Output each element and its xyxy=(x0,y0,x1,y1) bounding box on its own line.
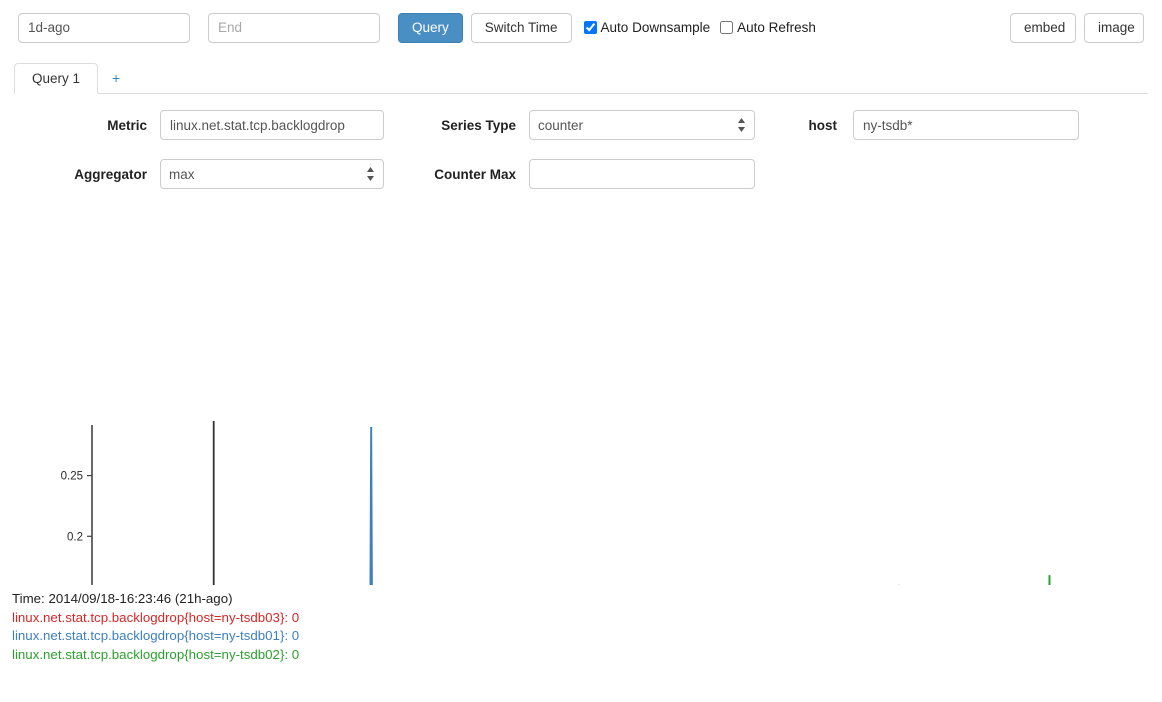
metric-field-wrap xyxy=(160,110,384,140)
switch-time-button[interactable]: Switch Time xyxy=(470,12,572,43)
legend-time: Time: 2014/09/18-16:23:46 (21h-ago) xyxy=(12,591,233,606)
host-label: host xyxy=(808,117,838,133)
legend-entry[interactable]: linux.net.stat.tcp.backlogdrop{host=ny-t… xyxy=(12,627,1162,646)
auto-refresh-checkbox[interactable] xyxy=(720,21,734,34)
auto-refresh-checkbox-wrap[interactable]: Auto Refresh xyxy=(720,20,816,35)
legend-entry[interactable]: linux.net.stat.tcp.backlogdrop{host=ny-t… xyxy=(12,646,1162,665)
host-input[interactable] xyxy=(853,110,1079,140)
series-type-select[interactable]: counter xyxy=(529,110,755,140)
chart-series-line xyxy=(1048,575,1051,585)
counter-max-label: Counter Max xyxy=(434,166,516,182)
auto-downsample-label: Auto Downsample xyxy=(600,20,711,35)
start-time-input[interactable] xyxy=(18,12,190,43)
toolbar: Query Switch Time Auto Downsample Auto R… xyxy=(0,0,1162,46)
legend-entry[interactable]: linux.net.stat.tcp.backlogdrop{host=ny-t… xyxy=(12,609,1162,628)
image-button[interactable]: image xyxy=(1084,12,1144,43)
metrics-chart[interactable]: 00.050.10.150.20.2502 PM03 PM04 PM05 PM0… xyxy=(0,203,1162,585)
metric-input[interactable] xyxy=(160,110,384,140)
end-time-input[interactable] xyxy=(208,12,380,43)
y-tick-label: 0.2 xyxy=(67,531,83,543)
counter-max-field-wrap xyxy=(529,159,755,189)
aggregator-label: Aggregator xyxy=(74,166,147,182)
counter-max-input[interactable] xyxy=(529,159,755,189)
aggregator-field-wrap: max xyxy=(160,159,384,189)
auto-refresh-label: Auto Refresh xyxy=(737,20,816,35)
host-field-wrap xyxy=(853,110,1079,140)
aggregator-select[interactable]: max xyxy=(160,159,384,189)
series-type-label: Series Type xyxy=(441,117,516,133)
y-tick-label: 0.25 xyxy=(61,471,83,483)
chart-series-line xyxy=(369,427,373,585)
embed-button[interactable]: embed xyxy=(1010,12,1076,43)
auto-downsample-checkbox[interactable] xyxy=(583,21,597,34)
chart-legend: Time: 2014/09/18-16:23:46 (21h-ago) linu… xyxy=(12,590,1162,664)
query-button[interactable]: Query xyxy=(398,12,463,43)
auto-downsample-checkbox-wrap[interactable]: Auto Downsample xyxy=(583,20,711,35)
metric-label: Metric xyxy=(107,117,147,133)
series-type-field-wrap: counter xyxy=(529,110,755,140)
tab-query-1[interactable]: Query 1 xyxy=(14,63,99,94)
query-form: Metric Series Type counter host Aggregat… xyxy=(14,110,1148,189)
query-tabs: Query 1 + xyxy=(14,62,1148,94)
add-tab-button[interactable]: + xyxy=(98,63,134,93)
chart-canvas[interactable]: 00.050.10.150.20.2502 PM03 PM04 PM05 PM0… xyxy=(0,203,1162,585)
